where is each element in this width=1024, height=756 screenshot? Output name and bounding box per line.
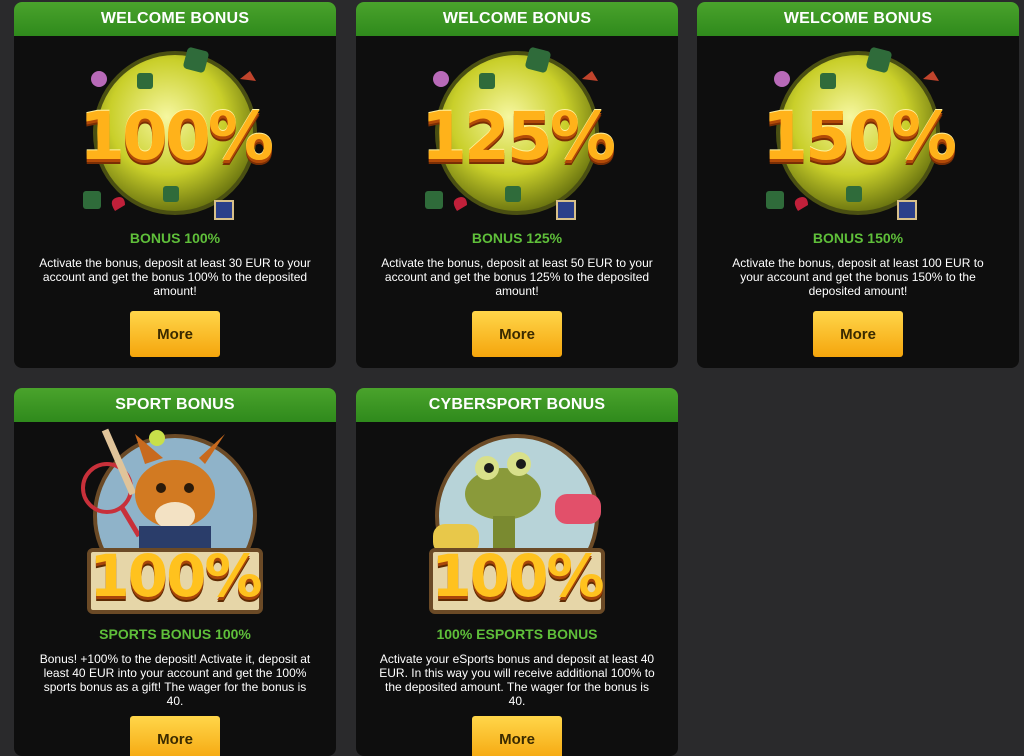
bonus-percent: 100% (89, 542, 262, 610)
bonus-card-cybersport: CYBERSPORT BONUS 100% 100% ESPORTS BONUS… (356, 388, 678, 756)
bonus-grid: WELCOME BONUS 100% BONUS 100% Activate t… (0, 0, 1024, 756)
bonus-description: Activate the bonus, deposit at least 30 … (39, 256, 311, 298)
card-header: WELCOME BONUS (356, 2, 678, 36)
bonus-art-orb: 150% (697, 36, 1019, 226)
bonus-description: Activate the bonus, deposit at least 100… (732, 256, 984, 298)
bonus-title: BONUS 150% (812, 230, 904, 246)
more-button[interactable]: More (813, 311, 903, 357)
bonus-percent: 100% (431, 542, 604, 610)
bonus-card-sport: SPORT BONUS 100% SPORTS BONUS 100% Bonus… (14, 388, 336, 756)
more-button[interactable]: More (472, 716, 562, 756)
bonus-description: Activate the bonus, deposit at least 50 … (381, 256, 653, 298)
bonus-description: Bonus! +100% to the deposit! Activate it… (39, 652, 311, 708)
bonus-percent: 100% (79, 98, 274, 175)
bonus-percent: 125% (421, 98, 616, 175)
card-header: SPORT BONUS (14, 388, 336, 422)
bonus-art-orb: 100% (14, 36, 336, 226)
bonus-percent: 150% (762, 98, 957, 175)
bonus-art-orb: 125% (356, 36, 678, 226)
card-header: WELCOME BONUS (14, 2, 336, 36)
bonus-card-welcome-100: WELCOME BONUS 100% BONUS 100% Activate t… (14, 2, 336, 368)
bonus-description: Activate your eSports bonus and deposit … (379, 652, 655, 708)
card-header: WELCOME BONUS (697, 2, 1019, 36)
card-header: CYBERSPORT BONUS (356, 388, 678, 422)
bonus-title: BONUS 100% (129, 230, 221, 246)
bonus-title: SPORTS BONUS 100% (99, 626, 251, 642)
more-button[interactable]: More (130, 716, 220, 756)
bonus-card-welcome-125: WELCOME BONUS 125% BONUS 125% Activate t… (356, 2, 678, 368)
bonus-art-frog: 100% (356, 422, 678, 622)
bonus-title: BONUS 125% (471, 230, 563, 246)
more-button[interactable]: More (472, 311, 562, 357)
bonus-title: 100% ESPORTS BONUS (436, 626, 598, 642)
bonus-art-fox: 100% (14, 422, 336, 622)
bonus-card-welcome-150: WELCOME BONUS 150% BONUS 150% Activate t… (697, 2, 1019, 368)
more-button[interactable]: More (130, 311, 220, 357)
